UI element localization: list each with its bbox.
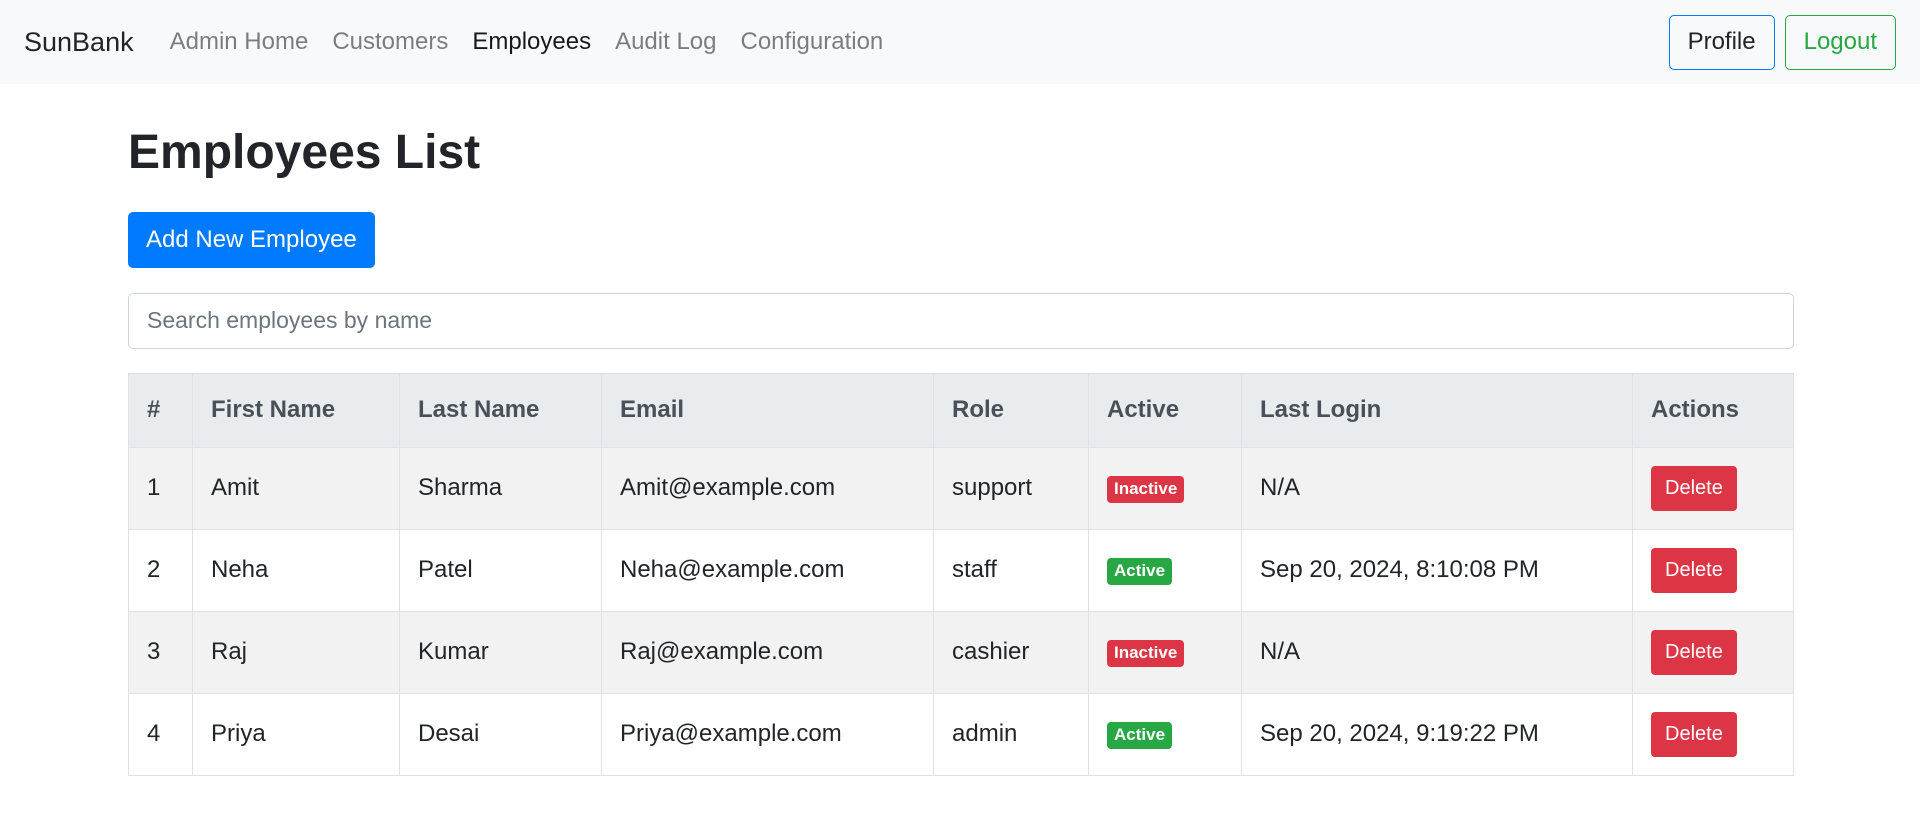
cell-number: 4 [128,692,193,776]
cell-first-name: Amit [192,446,400,530]
cell-number: 2 [128,528,193,612]
cell-last-login: Sep 20, 2024, 9:19:22 PM [1241,692,1633,776]
cell-role: support [933,446,1089,530]
status-badge: Inactive [1107,476,1185,503]
cell-first-name: Neha [192,528,400,612]
table-header-row: # First Name Last Name Email Role Active… [128,372,1794,448]
delete-button[interactable]: Delete [1651,711,1737,757]
header-active: Active [1088,372,1242,448]
cell-role: cashier [933,610,1089,694]
brand-logo[interactable]: SunBank [24,27,134,58]
cell-last-login: N/A [1241,446,1633,530]
status-badge: Active [1107,722,1173,749]
profile-button[interactable]: Profile [1668,14,1775,70]
delete-button[interactable]: Delete [1651,547,1737,593]
cell-role: staff [933,528,1089,612]
header-email: Email [601,372,934,448]
cell-email: Amit@example.com [601,446,934,530]
logout-button[interactable]: Logout [1784,14,1896,70]
main-content: Employees List Add New Employee # First … [128,124,1794,776]
nav-audit-log[interactable]: Audit Log [615,28,716,56]
search-input[interactable] [128,292,1794,349]
cell-email: Neha@example.com [601,528,934,612]
cell-number: 3 [128,610,193,694]
header-number: # [128,372,193,448]
cell-last-name: Sharma [399,446,602,530]
cell-last-login: N/A [1241,610,1633,694]
cell-last-login: Sep 20, 2024, 8:10:08 PM [1241,528,1633,612]
cell-last-name: Desai [399,692,602,776]
nav-employees[interactable]: Employees [472,28,591,56]
delete-button[interactable]: Delete [1651,465,1737,511]
table-row: 3 Raj Kumar Raj@example.com cashier Inac… [128,610,1794,694]
cell-active: Inactive [1088,446,1242,530]
cell-actions: Delete [1632,610,1794,694]
header-last-login: Last Login [1241,372,1633,448]
table-row: 4 Priya Desai Priya@example.com admin Ac… [128,692,1794,776]
nav-configuration[interactable]: Configuration [741,28,884,56]
status-badge: Inactive [1107,640,1185,667]
cell-last-name: Kumar [399,610,602,694]
cell-active: Inactive [1088,610,1242,694]
cell-actions: Delete [1632,446,1794,530]
cell-first-name: Priya [192,692,400,776]
delete-button[interactable]: Delete [1651,629,1737,675]
nav-customers[interactable]: Customers [332,28,448,56]
cell-number: 1 [128,446,193,530]
cell-last-name: Patel [399,528,602,612]
cell-active: Active [1088,692,1242,776]
header-role: Role [933,372,1089,448]
cell-actions: Delete [1632,692,1794,776]
employees-table: # First Name Last Name Email Role Active… [128,372,1794,776]
cell-first-name: Raj [192,610,400,694]
add-employee-button[interactable]: Add New Employee [128,211,375,268]
top-navbar: SunBank Admin Home Customers Employees A… [0,0,1920,84]
cell-actions: Delete [1632,528,1794,612]
nav-right-actions: Profile Logout [1668,14,1896,70]
status-badge: Active [1107,558,1173,585]
nav-admin-home[interactable]: Admin Home [170,28,309,56]
cell-role: admin [933,692,1089,776]
cell-active: Active [1088,528,1242,612]
page-title: Employees List [128,126,481,179]
table-row: 2 Neha Patel Neha@example.com staff Acti… [128,528,1794,612]
header-actions: Actions [1632,372,1794,448]
cell-email: Raj@example.com [601,610,934,694]
header-last-name: Last Name [399,372,602,448]
table-row: 1 Amit Sharma Amit@example.com support I… [128,446,1794,530]
header-first-name: First Name [192,372,400,448]
cell-email: Priya@example.com [601,692,934,776]
